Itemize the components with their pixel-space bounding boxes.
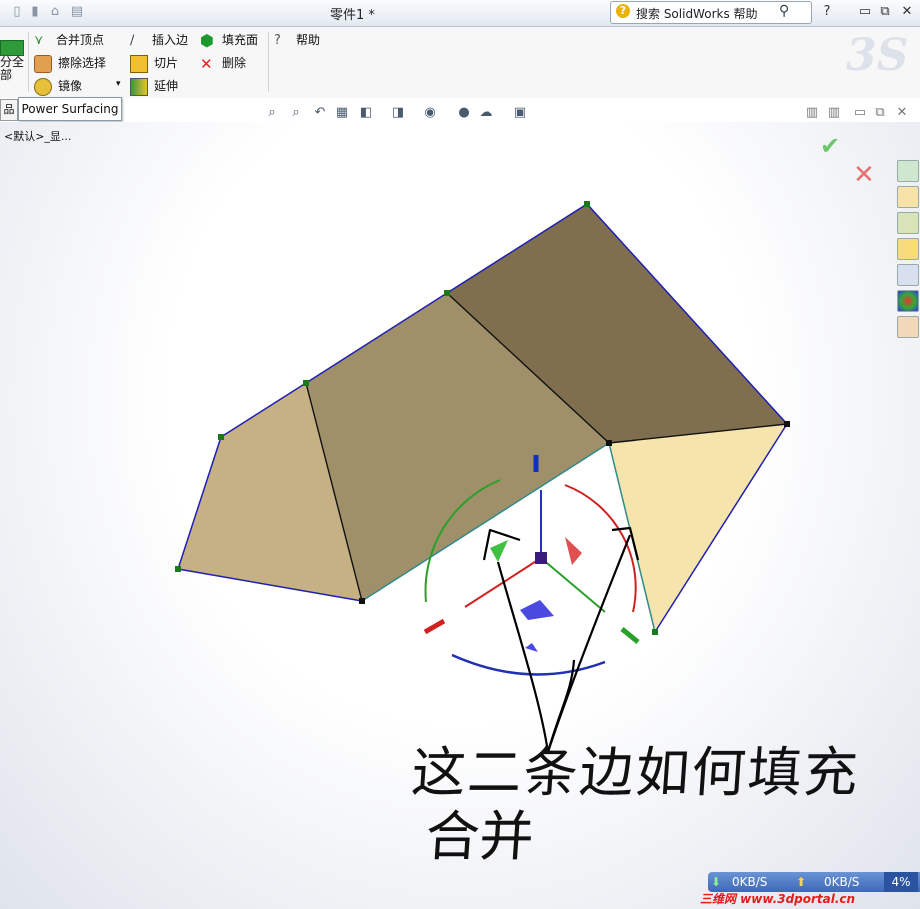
download-arrow-icon: ⬇: [710, 875, 722, 889]
surface-model[interactable]: [175, 201, 790, 635]
handwritten-note-line2: 合并: [423, 805, 536, 868]
download-speed: 0KB/S: [732, 875, 768, 889]
network-status-bar: ⬇ 0KB/S ⬆ 0KB/S 4%: [708, 872, 920, 892]
handwritten-arrows: [482, 526, 640, 753]
upload-arrow-icon: ⬆: [796, 875, 807, 889]
upload-speed: 0KB/S: [824, 875, 860, 889]
percent-indicator: 4%: [884, 872, 918, 892]
watermark: 三维网 www.3dportal.cn: [700, 892, 856, 906]
